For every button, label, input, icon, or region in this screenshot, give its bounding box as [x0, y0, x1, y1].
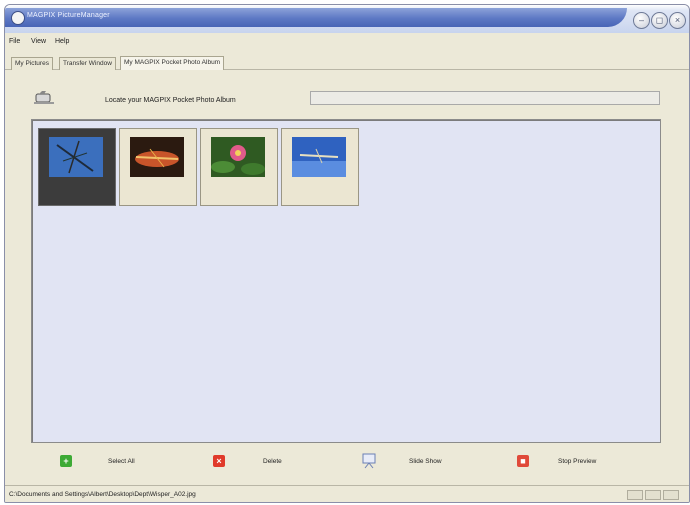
menu-help[interactable]: Help [55, 38, 69, 45]
menu-file[interactable]: File [9, 38, 20, 45]
close-button[interactable]: × [669, 12, 686, 29]
window-title: MAGPIX PictureManager [27, 12, 110, 19]
app-window: MAGPIX PictureManager – ◻ × File View He… [4, 4, 690, 503]
status-bar: C:\Documents and Settings\Albert\Desktop… [5, 485, 689, 502]
thumbnail-2[interactable] [119, 128, 197, 206]
photo-album-device-icon [34, 91, 54, 104]
select-all-button[interactable]: Select All [108, 458, 135, 465]
menu-bar: File View Help [5, 36, 689, 50]
tab-bar: My Pictures Transfer Window My MAGPIX Po… [5, 55, 689, 70]
thumbnail-1[interactable] [38, 128, 116, 206]
thumbnail-4[interactable] [281, 128, 359, 206]
water-lily-photo [211, 137, 265, 177]
delete-button[interactable]: Delete [263, 458, 282, 465]
status-panel-2 [645, 490, 661, 500]
dragonfly-photo [49, 137, 103, 177]
status-panel-1 [627, 490, 643, 500]
minimize-button[interactable]: – [633, 12, 650, 29]
restore-button[interactable]: ◻ [651, 12, 668, 29]
tab-transfer-window[interactable]: Transfer Window [59, 57, 116, 70]
select-all-icon[interactable]: + [60, 455, 72, 467]
tab-pocket-photo-album[interactable]: My MAGPIX Pocket Photo Album [120, 56, 225, 70]
dragonfly-orange-photo [130, 137, 184, 177]
dragonfly-sky-photo [292, 137, 346, 177]
stop-preview-icon[interactable]: ■ [517, 455, 529, 467]
app-icon[interactable] [11, 11, 25, 25]
menu-view[interactable]: View [31, 38, 46, 45]
status-panel-3 [663, 490, 679, 500]
status-file-path: C:\Documents and Settings\Albert\Desktop… [9, 491, 196, 498]
delete-icon[interactable]: × [213, 455, 225, 467]
title-bar[interactable]: MAGPIX PictureManager – ◻ × [5, 5, 689, 33]
locate-album-label: Locate your MAGPIX Pocket Photo Album [105, 97, 236, 104]
slide-show-button[interactable]: Slide Show [409, 458, 442, 465]
album-path-field[interactable] [310, 91, 660, 105]
tab-my-pictures[interactable]: My Pictures [11, 57, 53, 70]
slide-show-icon[interactable] [362, 453, 376, 469]
stop-preview-button[interactable]: Stop Preview [558, 458, 596, 465]
thumbnail-3[interactable] [200, 128, 278, 206]
thumbnail-gallery[interactable] [31, 119, 661, 443]
